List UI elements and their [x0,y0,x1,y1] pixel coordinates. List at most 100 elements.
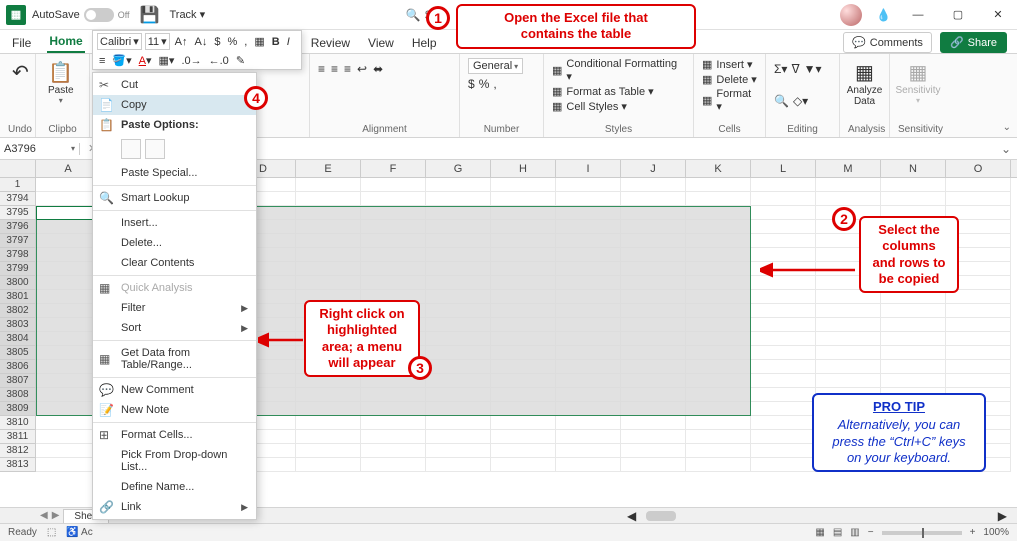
row-header[interactable]: 3797 [0,234,35,248]
cell[interactable] [751,234,816,248]
collapse-ribbon-icon[interactable]: ⌄ [1003,122,1011,133]
window-close[interactable]: ✕ [985,8,1011,21]
cell[interactable] [946,360,1011,374]
row-header[interactable]: 1 [0,178,35,192]
cell[interactable] [751,276,816,290]
autosave-toggle[interactable]: AutoSave Off [32,8,130,22]
view-page-layout-icon[interactable]: ▤ [833,527,842,538]
cell[interactable] [751,360,816,374]
cell[interactable] [816,374,881,388]
row-header[interactable]: 3812 [0,444,35,458]
ctx-insert[interactable]: Insert... [93,213,256,233]
scroll-left-icon[interactable]: ◀ [627,509,636,523]
cell[interactable] [556,192,621,206]
currency-icon[interactable]: $ [468,77,475,91]
cell[interactable] [426,178,491,192]
cell[interactable] [816,318,881,332]
row-header[interactable]: 3794 [0,192,35,206]
cell[interactable] [946,318,1011,332]
sheet-nav-next-icon[interactable]: ▶ [52,510,60,521]
window-maximize[interactable]: ▢ [945,8,971,21]
ctx-link[interactable]: 🔗Link▶ [93,497,256,517]
name-box[interactable]: A3796▾ [0,143,80,155]
autosum-icon[interactable]: Σ▾ [774,62,787,76]
ctx-sort[interactable]: Sort▶ [93,318,256,338]
cell[interactable] [621,444,686,458]
cell[interactable] [816,332,881,346]
view-page-break-icon[interactable]: ▥ [850,527,859,538]
row-header[interactable]: 3801 [0,290,35,304]
row-header[interactable]: 3795 [0,206,35,220]
cell[interactable] [881,332,946,346]
bold-icon[interactable]: B [270,35,282,49]
insert-button[interactable]: ▦ Insert ▾ [702,58,757,71]
cell[interactable] [361,178,426,192]
zoom-level[interactable]: 100% [983,527,1009,538]
cell[interactable] [426,416,491,430]
cell[interactable] [751,304,816,318]
ctx-smart-lookup[interactable]: 🔍Smart Lookup [93,188,256,208]
col-header-L[interactable]: L [751,160,816,177]
col-header-E[interactable]: E [296,160,361,177]
cell[interactable] [361,430,426,444]
cell[interactable] [426,430,491,444]
mini-align-icon[interactable]: ≡ [97,54,107,68]
cell[interactable] [816,346,881,360]
ctx-clear-contents[interactable]: Clear Contents [93,253,256,273]
tab-review[interactable]: Review [309,32,352,53]
share-button[interactable]: 🔗 Share [940,32,1007,53]
toggle-off-icon[interactable] [84,8,114,22]
cell[interactable] [491,444,556,458]
eyedropper-icon[interactable]: 💧 [876,8,891,22]
mini-currency-icon[interactable]: $ [212,35,222,49]
wrap-text-icon[interactable]: ↩ [357,62,367,76]
decimal-dec-icon[interactable]: ←.0 [207,54,231,68]
sort-filter-icon[interactable]: ᐁ [791,62,799,76]
find-icon[interactable]: 🔍 [774,94,789,108]
mini-borders-icon[interactable]: ▦ [252,34,266,49]
col-header-J[interactable]: J [621,160,686,177]
cell[interactable] [361,192,426,206]
italic-icon[interactable]: I [285,35,292,49]
decimal-inc-icon[interactable]: .0→ [179,54,203,68]
cell[interactable] [686,178,751,192]
font-color-icon[interactable]: A▾ [137,53,154,68]
paste-option-2[interactable] [145,139,165,159]
cell[interactable] [491,430,556,444]
row-header[interactable]: 3803 [0,318,35,332]
row-header[interactable]: 3806 [0,360,35,374]
scroll-right-icon[interactable]: ▶ [998,509,1007,523]
cell[interactable] [751,346,816,360]
cell[interactable] [881,360,946,374]
col-header-H[interactable]: H [491,160,556,177]
increase-font-icon[interactable]: A↑ [173,35,190,49]
cell[interactable] [751,374,816,388]
cell[interactable] [556,444,621,458]
cell[interactable] [881,318,946,332]
cell[interactable] [751,332,816,346]
row-header[interactable]: 3798 [0,248,35,262]
ctx-filter[interactable]: Filter▶ [93,298,256,318]
comma-icon[interactable]: , [493,77,496,91]
ctx-copy[interactable]: 📄Copy [93,95,256,115]
col-header-G[interactable]: G [426,160,491,177]
cell[interactable] [686,192,751,206]
cell[interactable] [621,416,686,430]
cell[interactable] [686,458,751,472]
cell[interactable] [881,192,946,206]
user-avatar[interactable] [840,4,862,26]
ctx-get-data[interactable]: ▦Get Data from Table/Range... [93,343,256,375]
align-center-icon[interactable]: ≡ [331,62,338,76]
cell[interactable] [296,430,361,444]
cell[interactable] [621,192,686,206]
row-header[interactable]: 3809 [0,402,35,416]
window-minimize[interactable]: — [905,9,931,21]
row-header[interactable]: 3805 [0,346,35,360]
undo-button[interactable]: ↶ [8,58,33,87]
cell[interactable] [296,444,361,458]
merge-icon[interactable]: ⬌ [373,62,383,76]
zoom-slider[interactable] [882,531,962,535]
ctx-new-note[interactable]: 📝New Note [93,400,256,420]
cell[interactable] [881,374,946,388]
cell[interactable] [751,458,816,472]
